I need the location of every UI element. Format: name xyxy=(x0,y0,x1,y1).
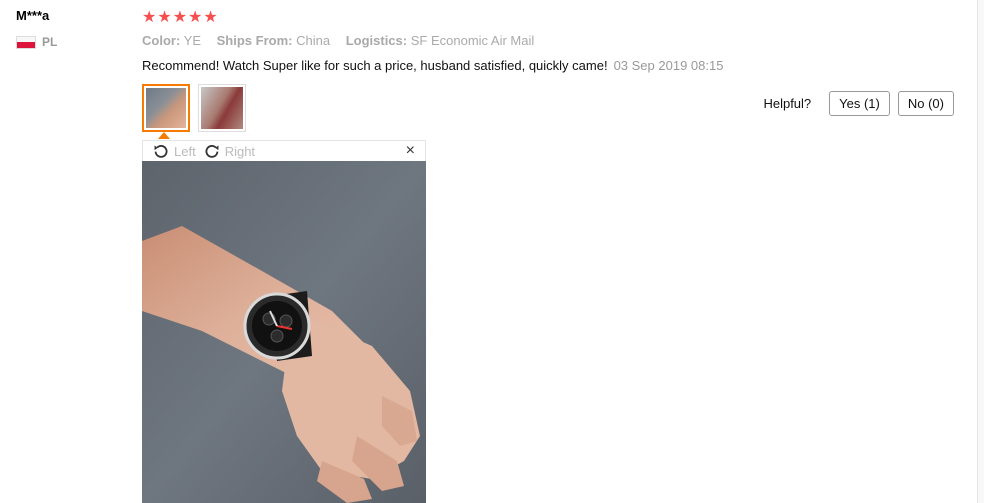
reviewer-name: M***a xyxy=(16,8,50,23)
star-icon: ★ xyxy=(157,9,172,26)
rotate-right-label: Right xyxy=(224,143,256,159)
attribute-logistics: Logistics: SF Economic Air Mail xyxy=(345,33,535,48)
star-icon: ★ xyxy=(188,9,203,26)
active-thumbnail-caret xyxy=(158,132,170,139)
review-text: Recommend! Watch Super like for such a p… xyxy=(142,58,608,73)
star-icon: ★ xyxy=(203,9,218,26)
attribute-ships-from: Ships From: China xyxy=(216,33,331,48)
rotate-left-button[interactable]: Left xyxy=(153,143,196,159)
helpful-label: Helpful? xyxy=(763,96,812,111)
rotate-right-icon xyxy=(205,145,219,158)
reviewer-country: PL xyxy=(16,35,57,49)
scrollbar-edge[interactable] xyxy=(977,0,984,503)
rotate-left-icon xyxy=(154,145,168,158)
poland-flag-icon xyxy=(16,35,36,49)
photo-thumbnail-1[interactable] xyxy=(142,84,190,132)
star-rating: ★★★★★ xyxy=(142,7,219,27)
star-icon: ★ xyxy=(172,9,188,26)
rotate-left-label: Left xyxy=(174,143,196,159)
wrist-watch-image xyxy=(201,87,243,129)
close-icon[interactable]: × xyxy=(406,142,415,160)
helpful-vote: Helpful? Yes (1) No (0) xyxy=(763,91,954,116)
star-icon: ★ xyxy=(142,9,157,26)
review-photo-enlarged xyxy=(142,161,426,503)
attribute-color: Color: YE xyxy=(142,33,202,48)
country-code: PL xyxy=(42,35,58,49)
wrist-watch-photo xyxy=(142,161,426,503)
photo-thumbnail-2[interactable] xyxy=(198,84,246,132)
review-date: 03 Sep 2019 08:15 xyxy=(613,58,724,73)
order-attributes: Color: YE Ships From: China Logistics: S… xyxy=(142,33,546,48)
helpful-yes-button[interactable]: Yes (1) xyxy=(829,91,890,116)
helpful-no-button[interactable]: No (0) xyxy=(897,91,954,116)
rotate-right-button[interactable]: Right xyxy=(204,143,255,159)
wrist-watch-image xyxy=(146,88,186,128)
review-content: Recommend! Watch Super like for such a p… xyxy=(142,58,723,73)
image-viewer-toolbar: Left Right × xyxy=(142,140,426,161)
